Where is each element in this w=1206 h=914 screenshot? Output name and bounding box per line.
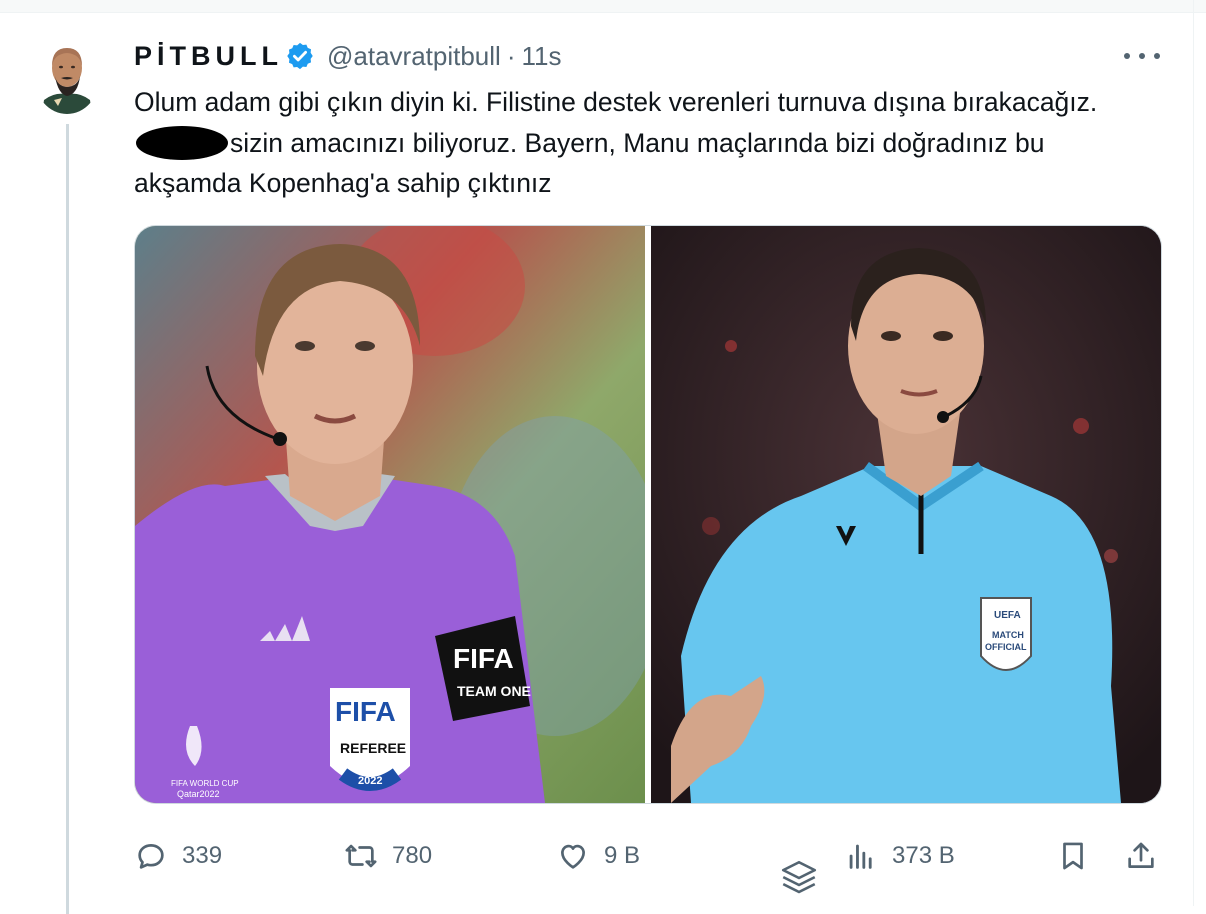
author-avatar[interactable] — [34, 38, 100, 114]
media-photo-right[interactable]: UEFA MATCH OFFICIAL — [651, 226, 1161, 803]
cup-line2: Qatar2022 — [177, 789, 220, 799]
badge-brand: FIFA — [335, 696, 396, 727]
uefa-badge-line2: MATCH — [992, 630, 1024, 640]
cup-line1: FIFA WORLD CUP — [171, 779, 239, 788]
bookmark-icon — [1063, 842, 1083, 870]
more-icon[interactable] — [1124, 44, 1160, 68]
tweet-text-part2: sizin amacınızı biliyoruz. Bayern, Manu … — [134, 127, 1045, 199]
views-icon — [849, 844, 872, 869]
like-button[interactable]: 9 B — [556, 834, 640, 878]
reply-button[interactable]: 339 — [134, 834, 222, 878]
like-icon — [561, 844, 585, 869]
thread-line — [66, 124, 69, 914]
armband-line1: FIFA — [453, 643, 514, 674]
repost-count: 780 — [392, 842, 433, 869]
svg-text:2022: 2022 — [358, 775, 382, 787]
bookmark-button[interactable] — [1056, 834, 1104, 878]
right-divider — [1193, 0, 1194, 906]
redaction-mark — [136, 125, 228, 160]
uefa-badge-line3: OFFICIAL — [985, 642, 1027, 652]
uefa-badge-line1: UEFA — [994, 610, 1021, 621]
tweet-timestamp[interactable]: 11s — [521, 41, 561, 72]
share-icon — [1128, 842, 1154, 868]
reply-count: 339 — [182, 842, 223, 869]
media-photo-left[interactable]: FIFA TEAM ONE FIFA REFEREE 2022 2022 FIF… — [135, 226, 645, 803]
tweet-text: Olum adam gibi çıkın diyin ki. Filistine… — [134, 82, 1154, 204]
views-button[interactable]: 373 B — [844, 834, 955, 878]
armband-line2: TEAM ONE — [457, 683, 531, 699]
author-name[interactable]: PİTBULL — [134, 41, 283, 72]
tweet-media[interactable]: FIFA TEAM ONE FIFA REFEREE 2022 2022 FIF… — [134, 225, 1162, 804]
share-button[interactable] — [1124, 834, 1172, 878]
referee-photo-right: UEFA MATCH OFFICIAL — [651, 226, 1161, 803]
reply-icon — [138, 844, 164, 869]
badge-role: REFEREE — [340, 740, 406, 756]
avatar-image — [34, 38, 100, 114]
repost-icon — [345, 844, 377, 868]
tweet-text-part1: Olum adam gibi çıkın diyin ki. Filistine… — [134, 87, 1098, 117]
top-divider — [0, 0, 1206, 13]
like-count: 9 B — [604, 842, 641, 869]
views-count: 373 B — [892, 842, 955, 869]
header-separator: · — [506, 40, 516, 71]
author-handle[interactable]: @atavratpitbull — [327, 41, 501, 72]
repost-button[interactable]: 780 — [344, 834, 432, 878]
verified-badge-icon[interactable] — [285, 41, 315, 71]
tweet-actions: 339 780 9 B 373 B — [134, 834, 1160, 878]
referee-photo-left: FIFA TEAM ONE FIFA REFEREE 2022 2022 FIF… — [135, 226, 645, 803]
layers-icon[interactable] — [778, 856, 820, 900]
tweet-header: PİTBULL @atavratpitbull · 11s — [134, 38, 561, 74]
